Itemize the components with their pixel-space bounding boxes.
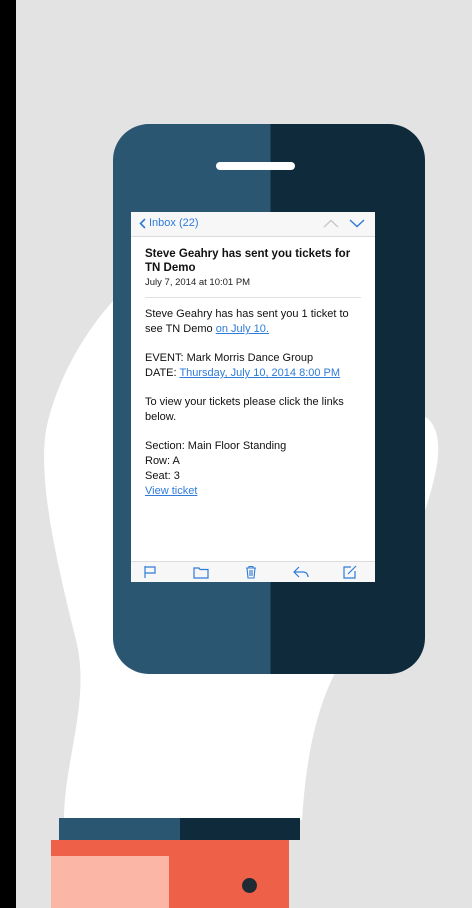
mail-toolbar (131, 561, 375, 582)
intro-paragraph: Steve Geahry has has sent you 1 ticket t… (145, 307, 361, 337)
message-arrows (323, 219, 365, 228)
section-line: Section: Main Floor Standing (145, 440, 287, 452)
date-label: DATE: (145, 367, 180, 379)
sleeve-cuff-highlight (51, 856, 169, 908)
intro-date-link[interactable]: on July 10. (216, 323, 269, 335)
seat-details: Section: Main Floor Standing Row: A Seat… (145, 439, 361, 499)
phone-screen: Inbox (22) Steve Geahry has sent you tic… (131, 212, 375, 582)
seat-line: Seat: 3 (145, 470, 180, 482)
instructions: To view your tickets please click the li… (145, 396, 344, 423)
phone-speaker (216, 162, 295, 170)
phone: Inbox (22) Steve Geahry has sent you tic… (113, 124, 425, 674)
row-line: Row: A (145, 455, 180, 467)
event-details: EVENT: Mark Morris Dance Group DATE: Thu… (145, 351, 361, 381)
divider (145, 297, 361, 298)
chevron-left-icon (139, 217, 146, 229)
chevron-down-icon[interactable] (349, 219, 365, 228)
trash-icon[interactable] (244, 565, 258, 579)
reply-icon[interactable] (293, 565, 309, 579)
view-ticket-link[interactable]: View ticket (145, 484, 361, 499)
event-line: EVENT: Mark Morris Dance Group (145, 352, 314, 364)
cuff-button (242, 878, 257, 893)
back-to-inbox-button[interactable]: Inbox (22) (139, 217, 199, 229)
compose-icon[interactable] (343, 565, 357, 579)
event-date-link[interactable]: Thursday, July 10, 2014 8:00 PM (179, 367, 340, 379)
date-line: DATE: Thursday, July 10, 2014 8:00 PM (145, 366, 361, 381)
email-content: Steve Geahry has sent you tickets for TN… (131, 237, 375, 499)
folder-icon[interactable] (193, 565, 209, 579)
sleeve-band (59, 818, 300, 840)
mail-nav-bar: Inbox (22) (131, 212, 375, 237)
illustration-stage: Inbox (22) Steve Geahry has sent you tic… (16, 0, 472, 908)
email-date: July 7, 2014 at 10:01 PM (145, 277, 251, 288)
flag-icon[interactable] (143, 565, 157, 579)
email-subject: Steve Geahry has sent you tickets for TN… (145, 248, 351, 274)
chevron-up-icon[interactable] (323, 219, 339, 228)
back-label: Inbox (22) (149, 217, 199, 229)
